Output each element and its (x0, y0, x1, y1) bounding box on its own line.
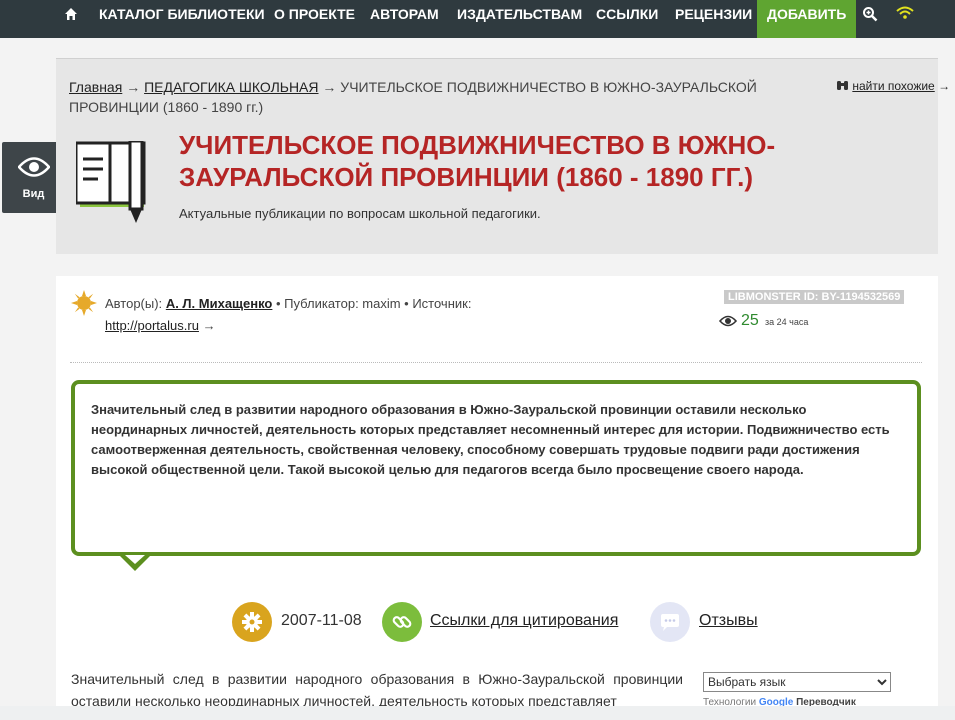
cite-badge[interactable] (382, 602, 422, 642)
publication-date: 2007-11-08 (281, 612, 362, 629)
article-card: Автор(ы): А. Л. Михащенко • Публикатор: … (56, 276, 938, 720)
author-line: Автор(ы): А. Л. Михащенко • Публикатор: … (105, 293, 545, 337)
nav-reviews[interactable]: РЕЦЕНЗИИ (675, 0, 752, 38)
breadcrumb-arrow: → (322, 79, 337, 95)
top-navigation: КАТАЛОГ БИБЛИОТЕКИ О ПРОЕКТЕ АВТОРАМ ИЗД… (0, 0, 955, 38)
abstract-box: Значительный след в развитии народного о… (71, 380, 921, 556)
language-select[interactable]: Выбрать язык (703, 672, 891, 692)
find-similar-link[interactable]: найти похожие (852, 79, 934, 93)
meta-row: 2007-11-08 Ссылки для цитирования Отзывы (56, 600, 938, 644)
bottom-bar (0, 706, 955, 720)
source-arrow: → (202, 318, 216, 333)
breadcrumb: Главная → ПЕДАГОГИКА ШКОЛЬНАЯ → УЧИТЕЛЬС… (69, 77, 789, 117)
breadcrumb-arrow: → (126, 79, 141, 95)
nav-authors[interactable]: АВТОРАМ (370, 0, 439, 38)
breadcrumb-section[interactable]: ПЕДАГОГИКА ШКОЛЬНАЯ (144, 79, 318, 95)
reviews-badge[interactable] (650, 602, 690, 642)
date-badge (232, 602, 272, 642)
nav-about[interactable]: О ПРОЕКТЕ (274, 0, 355, 38)
find-similar-arrow: → (938, 79, 951, 93)
sun-icon (71, 290, 97, 316)
nav-catalog[interactable]: КАТАЛОГ БИБЛИОТЕКИ (99, 0, 265, 38)
views-period: за 24 часа (765, 317, 809, 327)
wifi-icon[interactable] (896, 6, 914, 20)
reviews-link[interactable]: Отзывы (699, 612, 758, 630)
home-icon[interactable] (64, 7, 78, 21)
chain-link-icon (392, 616, 412, 628)
abstract-tail (119, 555, 151, 571)
eye-icon (18, 157, 50, 177)
page-header: Главная → ПЕДАГОГИКА ШКОЛЬНАЯ → УЧИТЕЛЬС… (56, 58, 950, 254)
breadcrumb-home[interactable]: Главная (69, 79, 122, 95)
nav-add-button[interactable]: ДОБАВИТЬ (757, 0, 857, 38)
book-pen-icon (76, 141, 146, 223)
source-link[interactable]: http://portalus.ru (105, 318, 199, 333)
author-label: Автор(ы): (105, 296, 163, 311)
chat-bubble-icon (661, 614, 679, 631)
eye-icon (719, 315, 737, 327)
binoculars-icon (837, 81, 848, 90)
abstract-text: Значительный след в развитии народного о… (91, 402, 890, 477)
gear-icon (242, 612, 262, 632)
nav-publishers[interactable]: ИЗДАТЕЛЬСТВАМ (457, 0, 582, 38)
zoom-icon[interactable] (862, 6, 878, 22)
page-title: УЧИТЕЛЬСКОЕ ПОДВИЖНИЧЕСТВО В ЮЖНО-ЗАУРАЛ… (179, 130, 776, 192)
views-count: 25 (741, 312, 759, 329)
find-similar: найти похожие → (836, 79, 950, 93)
publisher-info: • Публикатор: maxim • Источник: (276, 296, 472, 311)
author-link[interactable]: А. Л. Михащенко (166, 296, 273, 311)
divider (70, 362, 922, 363)
page-subtitle: Актуальные публикации по вопросам школьн… (179, 206, 541, 221)
cite-link[interactable]: Ссылки для цитирования (430, 612, 618, 630)
nav-links[interactable]: ССЫЛКИ (596, 0, 658, 38)
libmonster-id-badge: LIBMONSTER ID: BY-1194532569 (724, 290, 905, 304)
